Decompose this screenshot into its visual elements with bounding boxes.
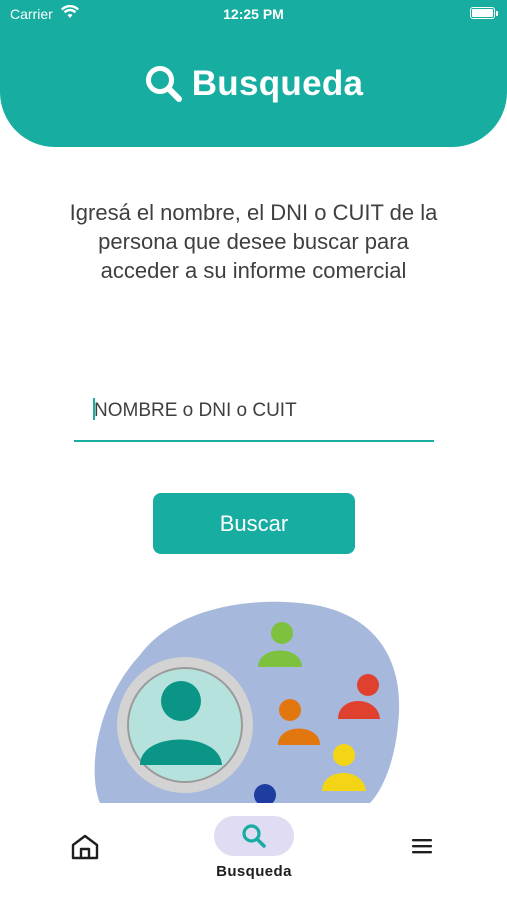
tab-busqueda[interactable]: Busqueda [214, 816, 294, 896]
search-icon [145, 66, 182, 102]
magnifier-icon [117, 657, 253, 793]
status-bar: Carrier 12:25 PM [0, 0, 507, 30]
battery-icon [470, 7, 498, 19]
people-search-illustration [94, 601, 400, 803]
header-title-group: Busqueda [0, 64, 507, 104]
search-icon [242, 824, 266, 848]
tab-home[interactable] [70, 833, 100, 861]
bottom-tab-bar: Busqueda [0, 803, 507, 900]
menu-icon [412, 839, 432, 854]
buscar-button[interactable]: Buscar [153, 493, 355, 554]
status-time: 12:25 PM [223, 6, 284, 22]
search-input[interactable] [92, 396, 426, 426]
search-field [74, 390, 434, 442]
search-description: Igresá el nombre, el DNI o CUIT de la pe… [69, 200, 438, 283]
tab-busqueda-label: Busqueda [216, 863, 292, 880]
active-tab-pill [214, 816, 294, 856]
home-icon [71, 834, 99, 860]
page-title: Busqueda [191, 64, 364, 103]
tab-menu[interactable] [410, 836, 434, 856]
